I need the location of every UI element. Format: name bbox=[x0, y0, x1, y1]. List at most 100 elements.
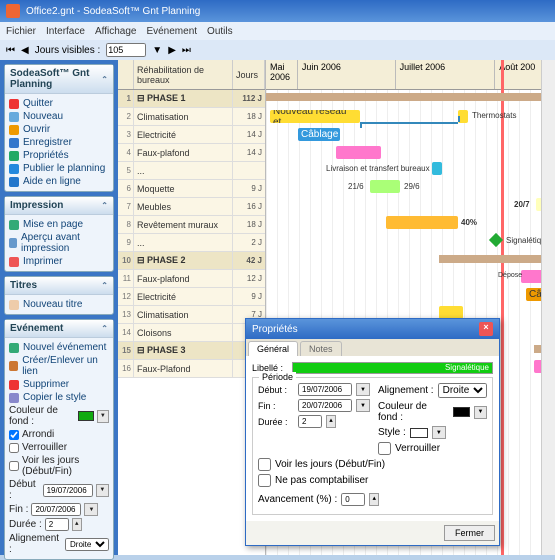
d-avance-input[interactable] bbox=[341, 493, 365, 506]
gantt-bar[interactable] bbox=[386, 216, 458, 229]
spinner-icon[interactable]: ▴ bbox=[326, 415, 336, 428]
table-row[interactable]: 15⊟ PHASE 38 J bbox=[118, 342, 265, 360]
gantt-bar[interactable] bbox=[370, 180, 400, 193]
sidebar-item[interactable]: Aide en ligne bbox=[9, 175, 109, 188]
gantt-bar[interactable] bbox=[458, 110, 468, 123]
sidebar-item[interactable]: Créer/Enlever un lien bbox=[9, 354, 109, 378]
phase-bar[interactable] bbox=[439, 255, 555, 263]
bg-swatch[interactable] bbox=[78, 411, 94, 421]
table-row[interactable]: 14Cloisons11 J bbox=[118, 324, 265, 342]
nav-prev-icon[interactable]: ◀ bbox=[21, 45, 29, 56]
panel-evt-title: Evénement bbox=[10, 323, 63, 334]
gantt-bar[interactable] bbox=[336, 146, 381, 159]
gantt-bar[interactable] bbox=[432, 162, 442, 175]
sidebar-item[interactable]: Quitter bbox=[9, 97, 109, 110]
table-row[interactable]: 11Faux-plafond12 J bbox=[118, 270, 265, 288]
table-row[interactable]: 12Electricité9 J bbox=[118, 288, 265, 306]
sidebar-item[interactable]: Imprimer bbox=[9, 255, 109, 268]
menu-outils[interactable]: Outils bbox=[207, 26, 233, 37]
bg-dropdown-icon[interactable]: ▼ bbox=[97, 410, 109, 423]
menu-interface[interactable]: Interface bbox=[46, 26, 85, 37]
nav-last-icon[interactable]: ⏭ bbox=[182, 45, 191, 56]
d-align-select[interactable]: Droite bbox=[438, 383, 487, 398]
gantt-bar[interactable]: Câblage bbox=[298, 128, 340, 141]
duree-input[interactable] bbox=[45, 518, 69, 531]
calendar-icon[interactable]: ▼ bbox=[84, 503, 98, 516]
calendar-icon[interactable]: ▼ bbox=[356, 383, 370, 396]
sidebar-item[interactable]: Nouvel événement bbox=[9, 341, 109, 354]
sidebar-item[interactable]: Supprimer bbox=[9, 378, 109, 391]
table-row[interactable]: 5... bbox=[118, 162, 265, 180]
item-label: Nouveau bbox=[23, 111, 63, 122]
close-icon[interactable]: × bbox=[479, 322, 493, 336]
sidebar-item[interactable]: Ouvrir bbox=[9, 123, 109, 136]
d-style-swatch[interactable] bbox=[410, 428, 428, 438]
table-row[interactable]: 4Faux-plafond14 J bbox=[118, 144, 265, 162]
month: Juillet 2006 bbox=[396, 60, 496, 89]
phase-bar[interactable] bbox=[266, 93, 551, 101]
fermer-button[interactable]: Fermer bbox=[444, 525, 495, 541]
sidebar-item[interactable]: Nouveau titre bbox=[9, 298, 109, 311]
table-row[interactable]: 10⊟ PHASE 242 J bbox=[118, 252, 265, 270]
item-label: Supprimer bbox=[23, 379, 69, 390]
dialog-titlebar[interactable]: Propriétés × bbox=[246, 319, 499, 339]
table-row[interactable]: 13Climatisation7 J bbox=[118, 306, 265, 324]
spinner-icon[interactable]: ▴ bbox=[369, 493, 379, 506]
verrou-checkbox[interactable] bbox=[9, 443, 19, 453]
d-comptab-checkbox[interactable] bbox=[258, 474, 271, 487]
debut-input[interactable] bbox=[43, 484, 93, 497]
collapse-icon[interactable]: ⌃ bbox=[101, 75, 108, 84]
sidebar-item[interactable]: Copier le style bbox=[9, 391, 109, 404]
menu-bar[interactable]: Fichier Interface Affichage Evénement Ou… bbox=[0, 22, 555, 40]
calendar-icon[interactable]: ▼ bbox=[96, 484, 109, 497]
sidebar-item[interactable]: Aperçu avant impression bbox=[9, 231, 109, 255]
days-dropdown-icon[interactable]: ▼ bbox=[152, 45, 162, 56]
voir-checkbox[interactable] bbox=[9, 461, 19, 471]
collapse-icon[interactable]: ⌃ bbox=[101, 324, 108, 333]
table-row[interactable]: 6Moquette9 J bbox=[118, 180, 265, 198]
sidebar-item[interactable]: Nouveau bbox=[9, 110, 109, 123]
sidebar-item[interactable]: Publier le planning bbox=[9, 162, 109, 175]
d-verrou-checkbox[interactable] bbox=[378, 442, 391, 455]
menu-fichier[interactable]: Fichier bbox=[6, 26, 36, 37]
libelle-field[interactable]: Signalétique bbox=[292, 362, 493, 374]
table-row[interactable]: 16Faux-Plafond bbox=[118, 360, 265, 378]
sidebar-item[interactable]: Mise en page bbox=[9, 218, 109, 231]
dropdown-icon[interactable]: ▼ bbox=[474, 406, 487, 419]
d-bg-swatch[interactable] bbox=[453, 407, 470, 417]
spinner-icon[interactable]: ▴ bbox=[72, 518, 82, 531]
calendar-icon[interactable]: ▼ bbox=[356, 399, 370, 412]
scrollbar[interactable] bbox=[541, 60, 555, 555]
collapse-icon[interactable]: ⌃ bbox=[101, 201, 108, 210]
gantt-bar[interactable]: Nouveau réseau et... bbox=[270, 110, 360, 123]
sidebar-item[interactable]: Propriétés bbox=[9, 149, 109, 162]
align-select[interactable]: Droite bbox=[65, 538, 109, 551]
table-row[interactable]: 2Climatisation18 J bbox=[118, 108, 265, 126]
table-row[interactable]: 1⊟ PHASE 1112 J bbox=[118, 90, 265, 108]
d-debut-input[interactable] bbox=[298, 383, 352, 396]
dropdown-icon[interactable]: ▼ bbox=[432, 426, 446, 439]
d-align-label: Alignement : bbox=[378, 385, 434, 396]
table-row[interactable]: 7Meubles16 J bbox=[118, 198, 265, 216]
tab-notes[interactable]: Notes bbox=[300, 341, 342, 356]
collapse-icon[interactable]: ⌃ bbox=[101, 281, 108, 290]
d-voir-checkbox[interactable] bbox=[258, 458, 271, 471]
row-days: 14 J bbox=[233, 144, 265, 161]
panel-evenement: Evénement ⌃ Nouvel événementCréer/Enlever… bbox=[4, 319, 114, 560]
arrondi-checkbox[interactable] bbox=[9, 430, 19, 440]
table-row[interactable]: 9...2 J bbox=[118, 234, 265, 252]
table-row[interactable]: 3Electricité14 J bbox=[118, 126, 265, 144]
table-row[interactable]: 8Revêtement muraux18 J bbox=[118, 216, 265, 234]
days-input[interactable] bbox=[106, 43, 146, 57]
fin-input[interactable] bbox=[31, 503, 81, 516]
menu-evenement[interactable]: Evénement bbox=[146, 26, 197, 37]
nav-first-icon[interactable]: ⏮ bbox=[6, 45, 15, 56]
nav-next-icon[interactable]: ▶ bbox=[168, 45, 176, 56]
tab-general[interactable]: Général bbox=[248, 341, 298, 356]
row-days: 42 J bbox=[233, 252, 265, 269]
d-duree-input[interactable] bbox=[298, 415, 322, 428]
sidebar-item[interactable]: Enregistrer bbox=[9, 136, 109, 149]
row-title: ... bbox=[134, 234, 233, 251]
d-fin-input[interactable] bbox=[298, 399, 352, 412]
menu-affichage[interactable]: Affichage bbox=[95, 26, 137, 37]
